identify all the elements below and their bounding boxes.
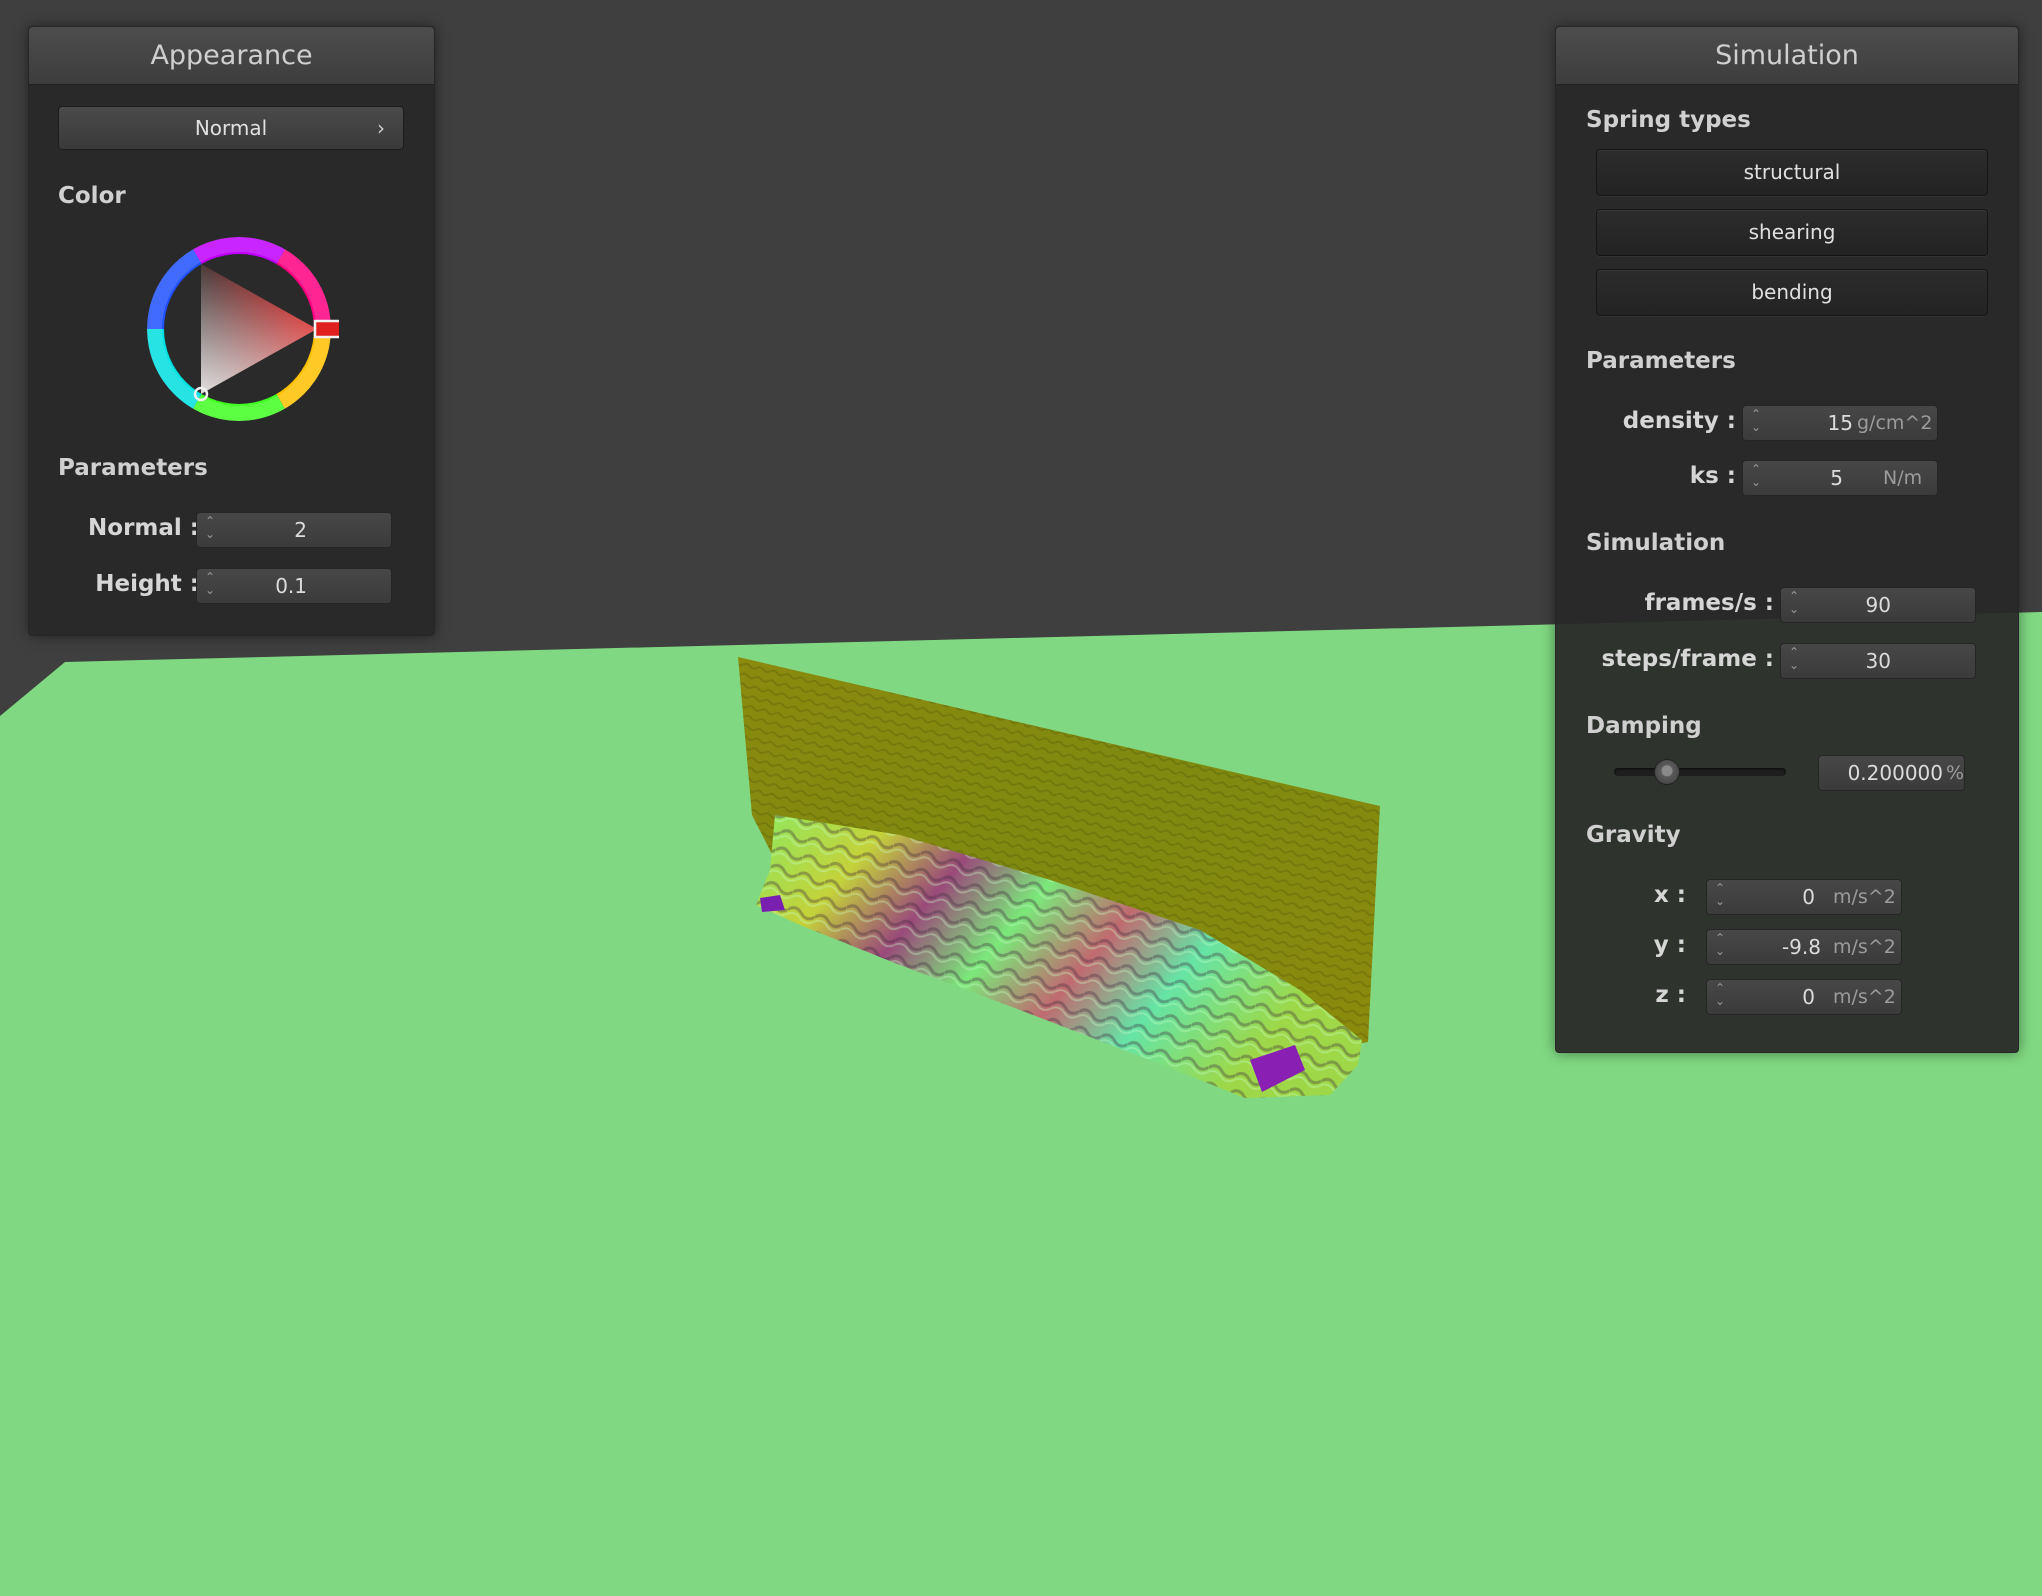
gravity-z-input[interactable]: ⌃ ⌄ 0 m/s^2 <box>1706 979 1902 1015</box>
density-input[interactable]: ⌃ ⌄ 15 g/cm^2 <box>1742 405 1938 441</box>
appearance-panel: Appearance Normal › Color Parameters Nor… <box>28 26 435 636</box>
appearance-parameters-label: Parameters <box>58 455 208 481</box>
structural-button[interactable]: structural <box>1596 149 1988 196</box>
height-label: Height : <box>95 571 199 597</box>
height-value: 0.1 <box>275 574 307 598</box>
gravity-x-unit: m/s^2 <box>1833 886 1896 908</box>
fps-label: frames/s : <box>1644 590 1774 616</box>
gravity-label: Gravity <box>1586 822 1681 848</box>
damping-input[interactable]: 0.200000 % <box>1818 755 1965 791</box>
density-value: 15 <box>1827 411 1853 435</box>
damping-unit: % <box>1946 762 1965 784</box>
simulation-section-label: Simulation <box>1586 530 1726 556</box>
damping-value: 0.200000 <box>1847 761 1943 785</box>
spinner-arrows-icon[interactable]: ⌃ ⌄ <box>1713 882 1727 912</box>
gravity-y-unit: m/s^2 <box>1833 936 1896 958</box>
gravity-z-unit: m/s^2 <box>1833 986 1896 1008</box>
simulation-panel-title: Simulation <box>1556 27 2018 85</box>
normal-input[interactable]: ⌃ ⌄ 2 <box>196 512 392 548</box>
height-input[interactable]: ⌃ ⌄ 0.1 <box>196 568 392 604</box>
simulation-panel: Simulation Spring types structural shear… <box>1555 26 2019 1053</box>
spring-types-label: Spring types <box>1586 107 1751 133</box>
color-section-label: Color <box>58 183 126 209</box>
shearing-button[interactable]: shearing <box>1596 209 1988 256</box>
density-unit: g/cm^2 <box>1857 412 1933 434</box>
gravity-x-value: 0 <box>1802 885 1815 909</box>
normal-value: 2 <box>294 518 307 542</box>
normal-label: Normal : <box>88 515 199 541</box>
color-wheel[interactable] <box>139 229 339 429</box>
density-label: density : <box>1622 408 1736 434</box>
damping-slider[interactable] <box>1614 768 1786 776</box>
gravity-x-label: x : <box>1653 882 1686 908</box>
spinner-arrows-icon[interactable]: ⌃ ⌄ <box>1713 982 1727 1012</box>
ks-unit: N/m <box>1883 467 1923 489</box>
shader-popup-button[interactable]: Normal › <box>58 106 404 150</box>
shader-popup-label: Normal <box>194 116 268 140</box>
steps-label: steps/frame : <box>1601 646 1774 672</box>
sim-parameters-label: Parameters <box>1586 348 1736 374</box>
appearance-panel-title: Appearance <box>29 27 434 85</box>
chevron-right-icon: › <box>377 116 385 140</box>
ks-input[interactable]: ⌃ ⌄ 5 N/m <box>1742 460 1938 496</box>
spinner-arrows-icon[interactable]: ⌃ ⌄ <box>203 515 217 545</box>
gravity-z-label: z : <box>1655 982 1686 1008</box>
spinner-arrows-icon[interactable]: ⌃ ⌄ <box>203 571 217 601</box>
gravity-y-label: y : <box>1653 932 1686 958</box>
damping-label: Damping <box>1586 713 1702 739</box>
ks-label: ks : <box>1689 463 1736 489</box>
gravity-z-value: 0 <box>1802 985 1815 1009</box>
fps-input[interactable]: ⌃ ⌄ 90 <box>1780 587 1976 623</box>
gravity-y-input[interactable]: ⌃ ⌄ -9.8 m/s^2 <box>1706 929 1902 965</box>
damping-slider-handle[interactable] <box>1654 759 1681 785</box>
bending-button[interactable]: bending <box>1596 269 1988 316</box>
gravity-y-value: -9.8 <box>1781 935 1821 959</box>
steps-value: 30 <box>1865 649 1891 673</box>
spinner-arrows-icon[interactable]: ⌃ ⌄ <box>1787 646 1801 676</box>
spinner-arrows-icon[interactable]: ⌃ ⌄ <box>1787 590 1801 620</box>
fps-value: 90 <box>1865 593 1891 617</box>
gravity-x-input[interactable]: ⌃ ⌄ 0 m/s^2 <box>1706 879 1902 915</box>
spinner-arrows-icon[interactable]: ⌃ ⌄ <box>1749 408 1763 438</box>
ks-value: 5 <box>1830 466 1843 490</box>
spinner-arrows-icon[interactable]: ⌃ ⌄ <box>1749 463 1763 493</box>
spinner-arrows-icon[interactable]: ⌃ ⌄ <box>1713 932 1727 962</box>
steps-input[interactable]: ⌃ ⌄ 30 <box>1780 643 1976 679</box>
